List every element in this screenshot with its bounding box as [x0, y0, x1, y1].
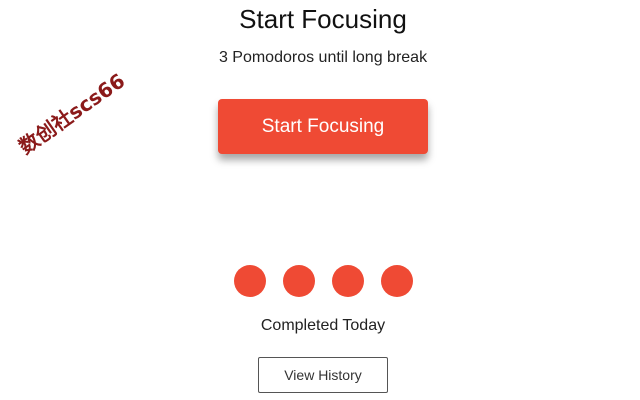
long-break-status: 3 Pomodoros until long break	[218, 49, 428, 66]
watermark-text: 数创社scs66	[14, 68, 130, 159]
completed-pomodoro-dot	[283, 265, 315, 297]
completed-pomodoros	[234, 265, 414, 297]
start-focusing-button[interactable]: Start Focusing	[218, 99, 428, 154]
completed-pomodoro-dot	[381, 265, 413, 297]
completed-today-label: Completed Today	[260, 317, 386, 334]
completed-pomodoro-dot	[332, 265, 364, 297]
view-history-button[interactable]: View History	[258, 357, 388, 393]
page-title: Start Focusing	[239, 4, 407, 34]
pomodoro-page: Start Focusing 3 Pomodoros until long br…	[0, 0, 640, 400]
completed-pomodoro-dot	[234, 265, 266, 297]
